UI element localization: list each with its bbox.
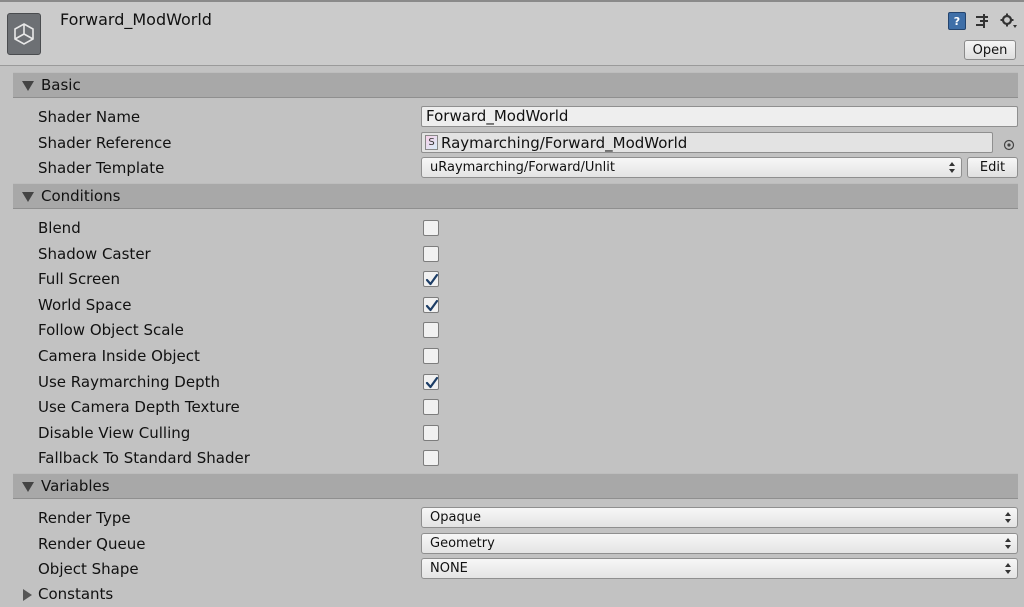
foldout-expanded-icon (22, 482, 34, 492)
preset-icon[interactable] (973, 12, 991, 30)
object-picker-icon[interactable] (1003, 137, 1015, 151)
unity-logo-icon (7, 13, 41, 55)
edit-button[interactable]: Edit (967, 157, 1018, 178)
shader-file-icon: S (425, 135, 438, 150)
render-type-dropdown[interactable]: Opaque (421, 507, 1018, 528)
checkbox-use-camera-depth-texture[interactable] (423, 399, 439, 415)
section-basic[interactable]: Basic (13, 72, 1018, 98)
condition-label-blend: Blend (38, 219, 81, 237)
asset-title: Forward_ModWorld (60, 10, 212, 29)
section-variables-label: Variables (41, 477, 110, 495)
checkbox-full-screen[interactable] (423, 271, 439, 287)
section-variables[interactable]: Variables (13, 473, 1018, 499)
condition-label-camera-inside-object: Camera Inside Object (38, 347, 200, 365)
render-queue-value: Geometry (430, 536, 495, 551)
foldout-expanded-icon (22, 81, 34, 91)
checkmark-icon (425, 299, 439, 312)
checkbox-world-space[interactable] (423, 297, 439, 313)
shader-reference-field[interactable]: S Raymarching/Forward_ModWorld (421, 132, 993, 153)
gear-icon[interactable] (1000, 12, 1018, 30)
checkmark-icon (425, 376, 439, 389)
render-type-label: Render Type (38, 509, 131, 527)
condition-label-disable-view-culling: Disable View Culling (38, 424, 191, 442)
object-shape-dropdown[interactable]: NONE (421, 558, 1018, 579)
checkbox-camera-inside-object[interactable] (423, 348, 439, 364)
object-shape-value: NONE (430, 561, 468, 576)
condition-label-use-raymarching-depth: Use Raymarching Depth (38, 373, 220, 391)
condition-label-use-camera-depth-texture: Use Camera Depth Texture (38, 398, 240, 416)
checkbox-follow-object-scale[interactable] (423, 322, 439, 338)
checkmark-icon (425, 273, 439, 286)
section-basic-label: Basic (41, 76, 81, 94)
updown-arrow-icon (1005, 538, 1011, 549)
foldout-collapsed-icon[interactable] (23, 589, 32, 601)
foldout-expanded-icon (22, 192, 34, 202)
render-queue-dropdown[interactable]: Geometry (421, 533, 1018, 554)
condition-label-follow-object-scale: Follow Object Scale (38, 321, 184, 339)
shader-reference-value: Raymarching/Forward_ModWorld (441, 133, 688, 152)
checkbox-blend[interactable] (423, 220, 439, 236)
updown-arrow-icon (1005, 563, 1011, 574)
render-type-value: Opaque (430, 510, 481, 525)
condition-label-world-space: World Space (38, 296, 132, 314)
inspector-header: Forward_ModWorld ? Open (0, 0, 1024, 66)
shader-reference-label: Shader Reference (38, 134, 172, 152)
shader-name-label: Shader Name (38, 108, 141, 126)
checkbox-fallback-to-standard-shader[interactable] (423, 450, 439, 466)
open-button[interactable]: Open (964, 40, 1016, 60)
checkbox-disable-view-culling[interactable] (423, 425, 439, 441)
constants-foldout-label[interactable]: Constants (38, 585, 113, 603)
updown-arrow-icon (1005, 512, 1011, 523)
section-conditions[interactable]: Conditions (13, 183, 1018, 209)
condition-label-fallback-to-standard-shader: Fallback To Standard Shader (38, 449, 250, 467)
section-conditions-label: Conditions (41, 187, 121, 205)
help-icon[interactable]: ? (948, 12, 966, 30)
render-queue-label: Render Queue (38, 535, 146, 553)
shader-name-field[interactable]: Forward_ModWorld (421, 106, 1018, 127)
shader-template-dropdown[interactable]: uRaymarching/Forward/Unlit (421, 157, 962, 178)
condition-label-shadow-caster: Shadow Caster (38, 245, 151, 263)
shader-template-value: uRaymarching/Forward/Unlit (430, 160, 615, 175)
checkbox-use-raymarching-depth[interactable] (423, 374, 439, 390)
shader-template-label: Shader Template (38, 159, 165, 177)
condition-label-full-screen: Full Screen (38, 270, 120, 288)
updown-arrow-icon (949, 162, 955, 173)
checkbox-shadow-caster[interactable] (423, 246, 439, 262)
object-shape-label: Object Shape (38, 560, 139, 578)
